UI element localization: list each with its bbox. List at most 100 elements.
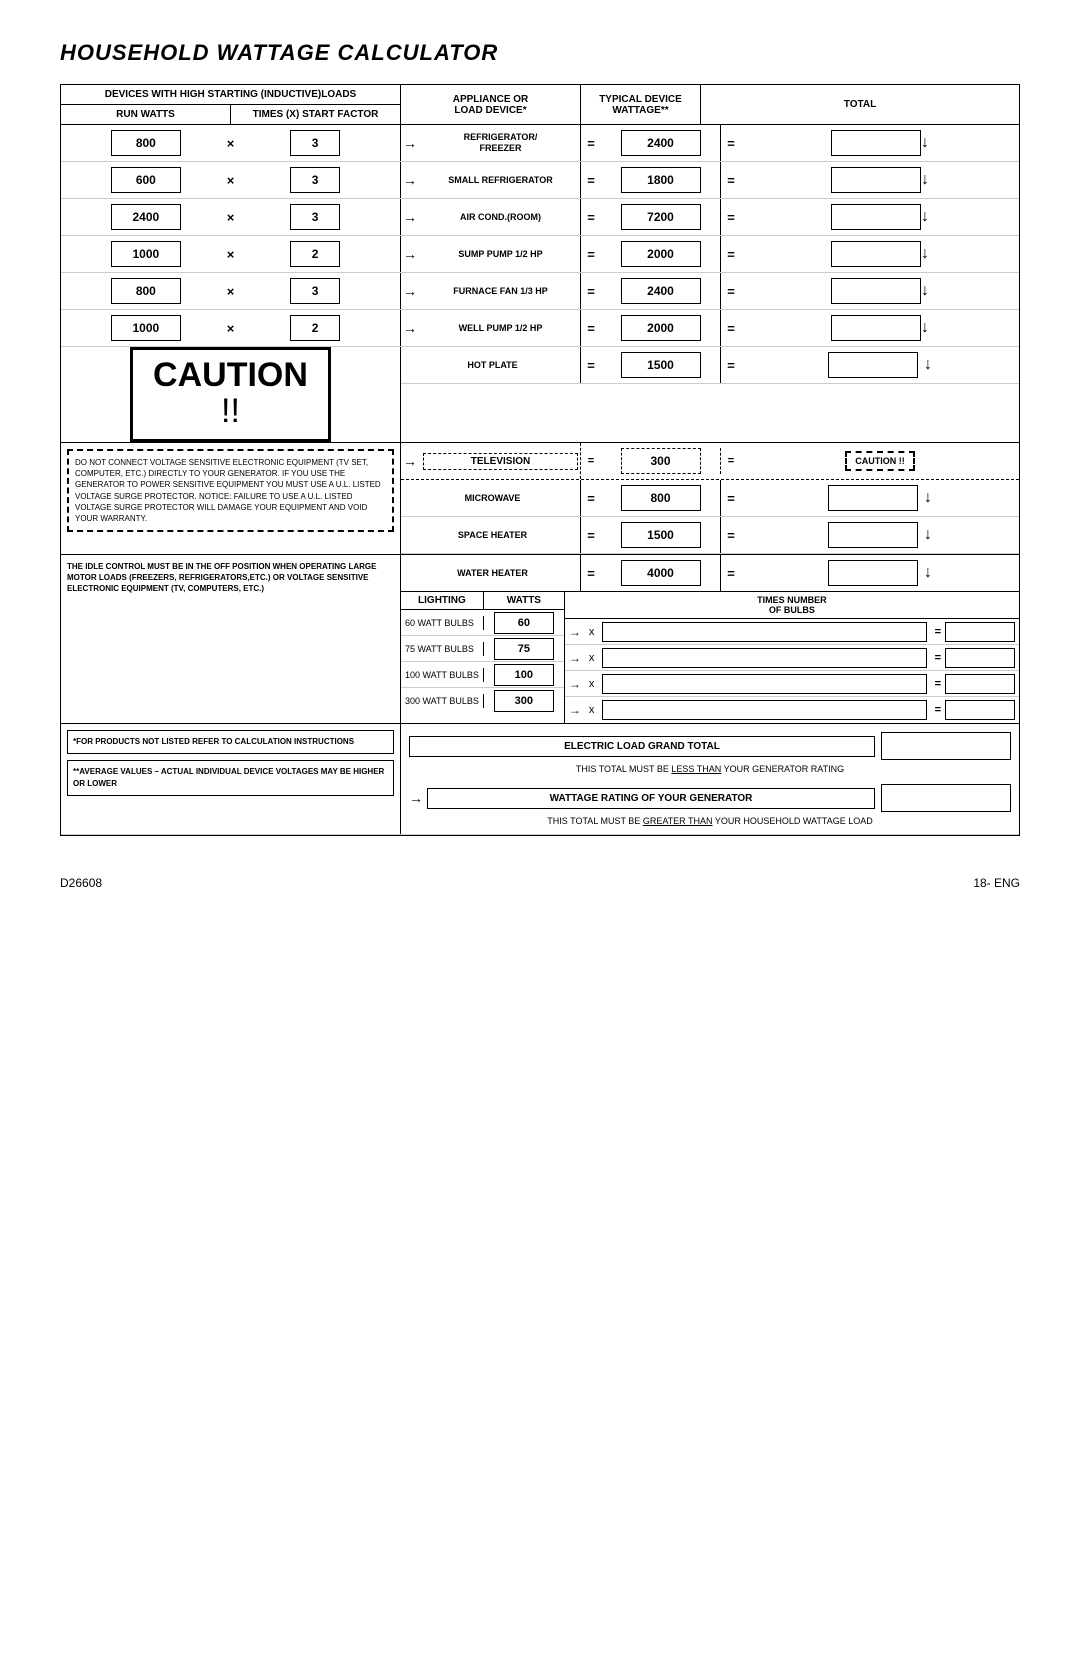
grand-total-note: THIS TOTAL MUST BE LESS THAN YOUR GENERA… — [409, 764, 1011, 774]
wattage-cell-5: 2400 — [601, 273, 721, 309]
space-heater-label: SPACE HEATER — [405, 530, 580, 541]
generator-note-text: THIS TOTAL MUST BE — [547, 816, 640, 826]
hot-plate-row: HOT PLATE = 1500 = ↓ — [401, 347, 1019, 384]
microwave-label: MICROWAVE — [405, 493, 580, 504]
water-heater-eq2: = — [721, 566, 741, 581]
hot-plate-input[interactable] — [828, 352, 918, 378]
total-input-2[interactable] — [831, 167, 921, 193]
lighting-right-header: TIMES NUMBEROF BULBS — [565, 592, 1019, 619]
factor-box-6: 2 — [290, 315, 340, 341]
factor-cell-3: 3 — [238, 204, 392, 230]
bulb-count-input-60[interactable] — [602, 622, 926, 642]
eq-5: = — [581, 284, 601, 299]
total-input-1[interactable] — [831, 130, 921, 156]
table-row: 800 × 3 → REFRIGERATOR/FREEZER = 2400 = … — [61, 125, 1019, 162]
run-watts-box-6: 1000 — [111, 315, 181, 341]
bulb-300-watts: 300 — [484, 690, 564, 712]
lighting-right: TIMES NUMBEROF BULBS → x = → x = — [565, 592, 1019, 723]
inductive-left-6: 1000 × 2 — [61, 310, 401, 346]
grand-total-row: ELECTRIC LOAD GRAND TOTAL — [409, 732, 1011, 760]
voltage-warning-box: DO NOT CONNECT VOLTAGE SENSITIVE ELECTRO… — [67, 449, 394, 532]
tv-device-cell: → TELEVISION — [401, 443, 581, 479]
caution-exclaim: !! — [153, 392, 308, 431]
footnote-star: *FOR PRODUCTS NOT LISTED REFER TO CALCUL… — [67, 730, 394, 754]
bulb-300-val: 300 — [494, 690, 554, 712]
total-input-6[interactable] — [831, 315, 921, 341]
ldr-x-100: x — [585, 678, 599, 690]
water-heater-row: WATER HEATER = 4000 = ↓ — [401, 555, 1019, 592]
eq-6: = — [581, 321, 601, 336]
device-cell-3: → AIR COND.(ROOM) — [401, 199, 581, 235]
factor-cell-2: 3 — [238, 167, 392, 193]
idle-water-lighting-section: THE IDLE CONTROL MUST BE IN THE OFF POSI… — [61, 555, 1019, 724]
table-row: 2400 × 3 → AIR COND.(ROOM) = 7200 = ↓ — [61, 199, 1019, 236]
generator-label: WATTAGE RATING OF YOUR GENERATOR — [427, 788, 875, 809]
space-heater-input[interactable] — [828, 522, 918, 548]
inductive-left-1: 800 × 3 — [61, 125, 401, 161]
generator-input[interactable] — [881, 784, 1011, 812]
header-start-factor: TIMES (X) START FACTOR — [231, 105, 400, 124]
footnotes: *FOR PRODUCTS NOT LISTED REFER TO CALCUL… — [61, 724, 401, 834]
bulb-total-75[interactable] — [945, 648, 1015, 668]
ldr-eq-300: = — [931, 704, 945, 716]
microwave-wattage-box: 800 — [621, 485, 701, 511]
factor-cell-1: 3 — [238, 130, 392, 156]
total-cell-3: ↓ — [741, 199, 1019, 235]
bulb-75-label: 75 WATT BULBS — [401, 642, 484, 656]
caution-box: CAUTION !! — [130, 347, 331, 442]
space-heater-row: SPACE HEATER = 1500 = ↓ — [401, 517, 1019, 554]
grand-total-note-text: THIS TOTAL MUST BE — [576, 764, 669, 774]
bulb-count-input-75[interactable] — [602, 648, 926, 668]
water-heater-arrow: ↓ — [924, 565, 932, 581]
space-heater-eq: = — [581, 528, 601, 543]
arrow-down-5: ↓ — [921, 283, 929, 299]
multiply-symbol-5: × — [223, 284, 239, 299]
factor-box-2: 3 — [290, 167, 340, 193]
bulb-60-val: 60 — [494, 612, 554, 634]
page-title: HOUSEHOLD WATTAGE CALCULATOR — [60, 40, 1020, 66]
total-input-4[interactable] — [831, 241, 921, 267]
factor-cell-5: 3 — [238, 278, 392, 304]
header-wattage: TYPICAL DEVICEWATTAGE** — [581, 85, 701, 124]
device-cell-5: → FURNACE FAN 1/3 HP — [401, 273, 581, 309]
total-input-3[interactable] — [831, 204, 921, 230]
run-watts-box-2: 600 — [111, 167, 181, 193]
wattage-cell-2: 1800 — [601, 162, 721, 198]
ldr-eq-75: = — [931, 652, 945, 664]
idle-note: THE IDLE CONTROL MUST BE IN THE OFF POSI… — [61, 555, 401, 723]
water-lighting-col: WATER HEATER = 4000 = ↓ LIGHTING WATTS — [401, 555, 1019, 723]
water-heater-total: ↓ — [741, 555, 1019, 591]
hot-plate-label: HOT PLATE — [405, 360, 580, 371]
water-heater-eq: = — [581, 566, 601, 581]
bulb-total-100[interactable] — [945, 674, 1015, 694]
multiply-symbol-3: × — [223, 210, 239, 225]
ldr-eq-100: = — [931, 678, 945, 690]
device-label-4: SUMP PUMP 1/2 HP — [421, 249, 580, 260]
warning-tv-section: DO NOT CONNECT VOLTAGE SENSITIVE ELECTRO… — [61, 443, 1019, 555]
table-row: 800 × 3 → FURNACE FAN 1/3 HP = 2400 = ↓ — [61, 273, 1019, 310]
bulb-75-watts: 75 — [484, 638, 564, 660]
microwave-arrow: ↓ — [924, 490, 932, 506]
bulb-count-input-100[interactable] — [602, 674, 926, 694]
grand-total-input[interactable] — [881, 732, 1011, 760]
run-watts-box-3: 2400 — [111, 204, 181, 230]
water-heater-input[interactable] — [828, 560, 918, 586]
eq2-3: = — [721, 210, 741, 225]
arrow-right-2: → — [403, 172, 417, 188]
gen-arrow: → — [409, 790, 423, 806]
hot-plate-wattage: 1500 — [601, 347, 721, 383]
wattage-box-6: 2000 — [621, 315, 701, 341]
bulb-total-60[interactable] — [945, 622, 1015, 642]
header-run-watts: RUN WATTS — [61, 105, 231, 124]
bulb-count-input-300[interactable] — [602, 700, 926, 720]
water-heater-label: WATER HEATER — [405, 568, 580, 579]
hot-plate-total: ↓ — [741, 347, 1019, 383]
inductive-left-5: 800 × 3 — [61, 273, 401, 309]
bulb-total-300[interactable] — [945, 700, 1015, 720]
wattage-box-1: 2400 — [621, 130, 701, 156]
header-inductive-top: DEVICES WITH HIGH STARTING (INDUCTIVE)LO… — [61, 85, 400, 105]
microwave-input[interactable] — [828, 485, 918, 511]
voltage-warning: DO NOT CONNECT VOLTAGE SENSITIVE ELECTRO… — [61, 443, 401, 554]
total-input-5[interactable] — [831, 278, 921, 304]
times-number-header: TIMES NUMBEROF BULBS — [565, 592, 1019, 618]
